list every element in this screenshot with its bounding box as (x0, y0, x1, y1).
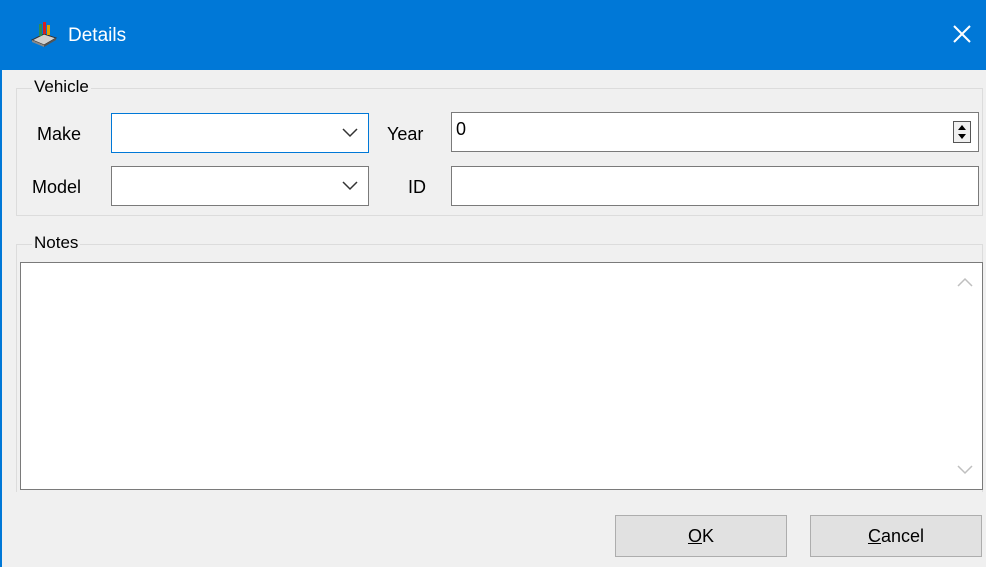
vehicle-app-icon (30, 22, 58, 47)
notes-scrollbar[interactable] (948, 263, 982, 489)
id-input[interactable] (451, 166, 979, 206)
spin-down-icon[interactable] (954, 132, 970, 142)
model-combobox[interactable] (111, 166, 369, 206)
chevron-up-icon[interactable] (956, 275, 974, 289)
model-label: Model (32, 177, 82, 197)
title-bar[interactable]: Details (2, 0, 986, 70)
chevron-down-icon (342, 181, 358, 191)
chevron-down-icon (342, 128, 358, 138)
id-label: ID (408, 177, 426, 197)
cancel-label-rest: ancel (880, 526, 925, 546)
close-icon[interactable] (942, 14, 982, 54)
notes-textarea[interactable] (20, 262, 983, 490)
make-combobox[interactable] (111, 113, 369, 153)
year-label: Year (387, 124, 424, 144)
spin-up-icon[interactable] (954, 122, 970, 132)
ok-mnemonic: O (687, 526, 702, 546)
window-title: Details (68, 25, 127, 46)
cancel-mnemonic: C (867, 526, 881, 546)
details-dialog: Details Vehicle Make Year 0 Model ID Not… (0, 0, 986, 567)
make-label: Make (37, 124, 82, 144)
year-numeric-input[interactable]: 0 (451, 112, 979, 152)
chevron-down-icon[interactable] (956, 463, 974, 477)
year-spinner[interactable] (953, 121, 971, 143)
cancel-button[interactable]: Cancel (810, 515, 982, 557)
vehicle-group-legend: Vehicle (32, 77, 91, 97)
notes-group-legend: Notes (32, 233, 81, 253)
year-value: 0 (456, 119, 467, 139)
ok-button[interactable]: OK (615, 515, 787, 557)
ok-label-rest: K (702, 526, 715, 546)
